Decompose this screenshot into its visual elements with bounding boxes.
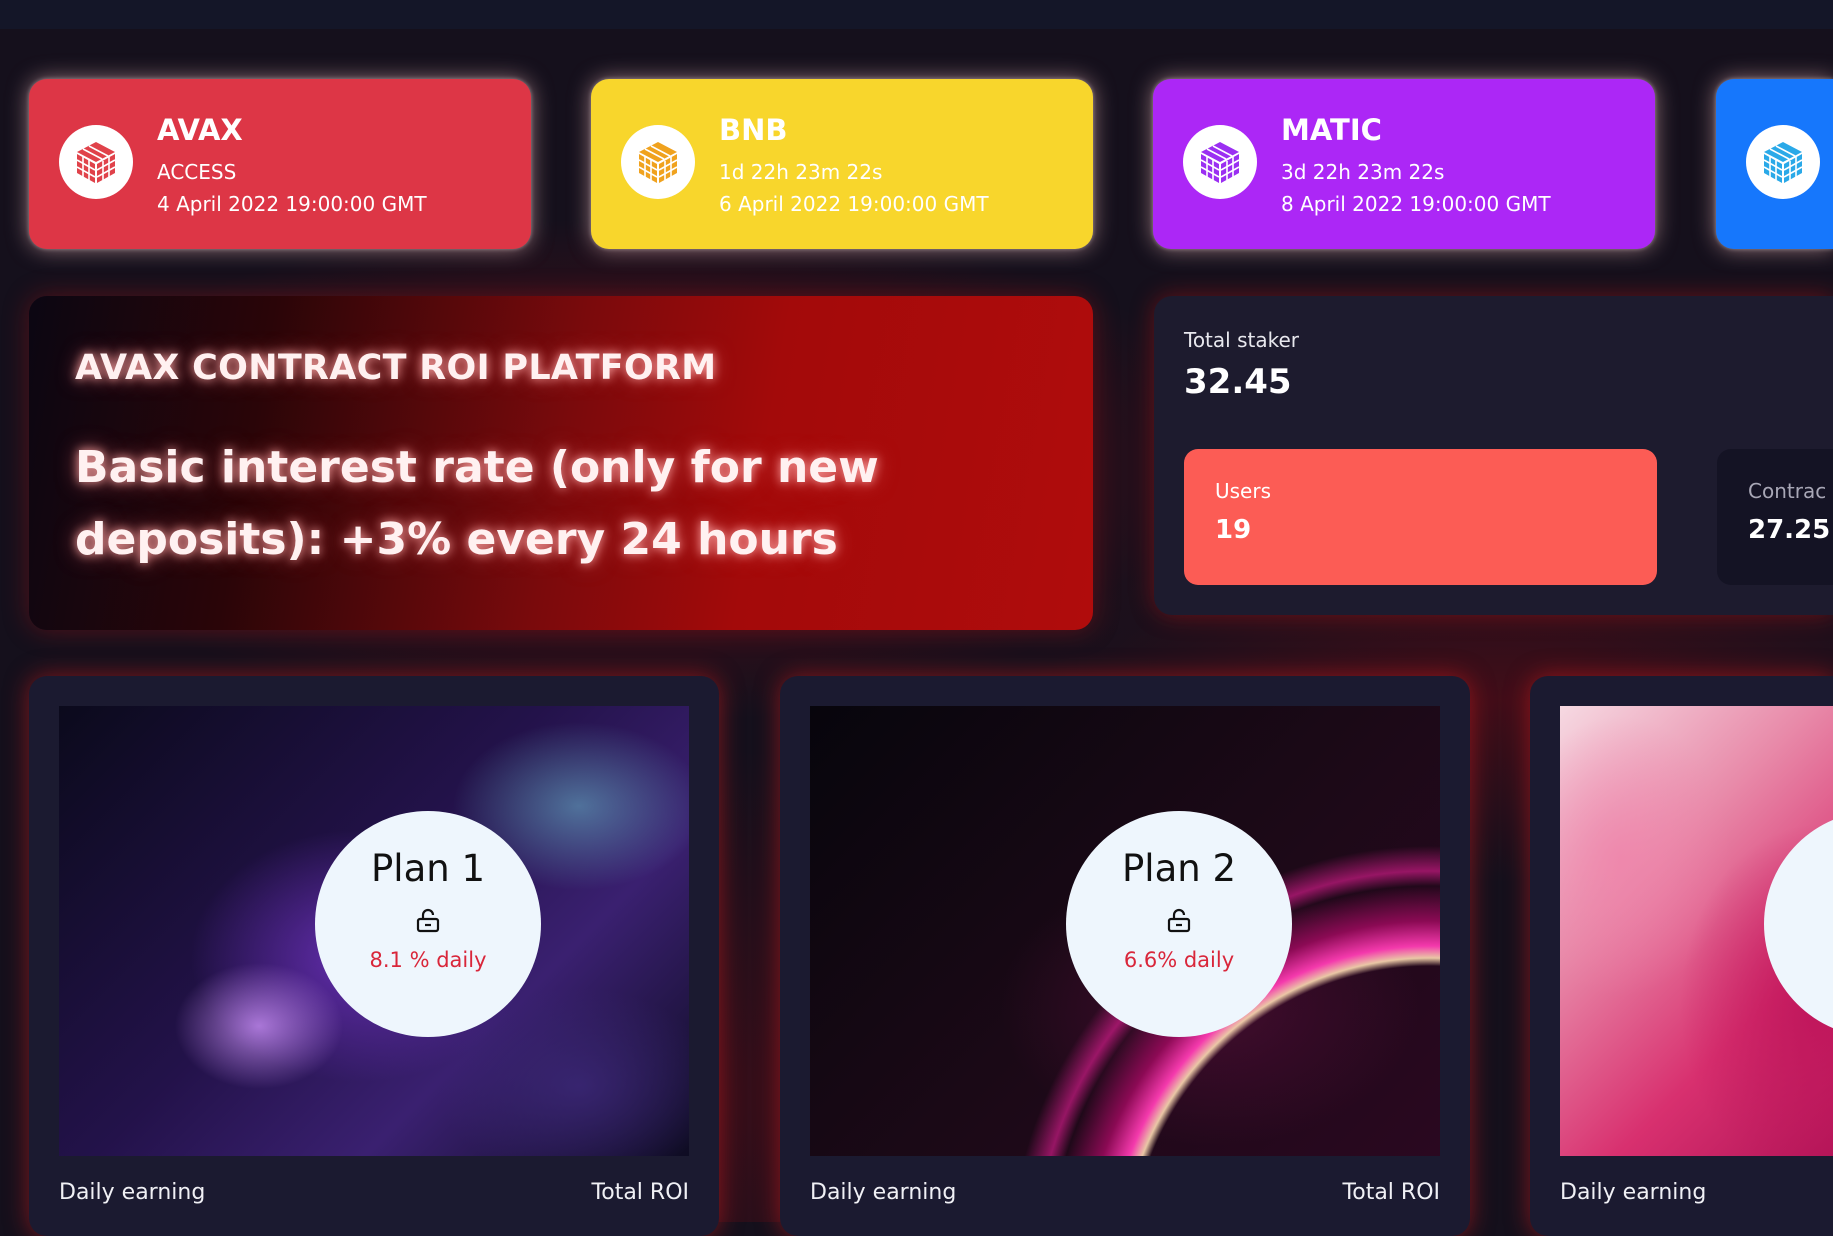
daily-earning-label: Daily earning [810,1180,957,1205]
plan-image: Plan 1 8.1 % daily [59,706,689,1156]
chain-name: MATIC [1281,113,1382,147]
contract-label: Contrac [1748,479,1827,503]
contract-value: 27.25 [1748,515,1831,545]
plan-name: P [1764,847,1833,890]
total-roi-label: Total ROI [1342,1180,1440,1205]
users-label: Users [1215,479,1272,503]
cube-logo-icon [1763,142,1803,183]
stats-panel: Total staker 32.45 Users 19 Contrac 27.2… [1154,296,1833,615]
chain-launch-date: 4 April 2022 19:00:00 GMT [157,192,427,216]
plan-rate: 5 [1764,948,1833,972]
chain-card-avax[interactable]: AVAX ACCESS 4 April 2022 19:00:00 GMT [29,79,531,249]
total-staker-label: Total staker [1184,328,1299,352]
daily-earning-label: Daily earning [1560,1180,1707,1205]
cube-logo-icon [638,142,678,183]
plan-name: Plan 2 [1121,847,1237,890]
users-value: 19 [1215,515,1252,545]
chain-logo [1183,125,1257,199]
unlock-icon [1167,908,1191,933]
daily-earning-label: Daily earning [59,1180,206,1205]
plan-name: Plan 1 [370,847,486,890]
plan-card-3[interactable]: P 5 Daily earning [1530,676,1833,1236]
chain-countdown: 3d 22h 23m 22s [1281,160,1445,184]
plan-card-2[interactable]: Plan 2 6.6% daily Daily earning Total RO… [780,676,1470,1236]
chain-card-matic[interactable]: MATIC 3d 22h 23m 22s 8 April 2022 19:00:… [1153,79,1655,249]
chain-name: BNB [719,113,788,147]
plan-image: Plan 2 6.6% daily [810,706,1440,1156]
chain-launch-date: 8 April 2022 19:00:00 GMT [1281,192,1551,216]
plan-rate: 8.1 % daily [369,948,487,972]
chain-logo [621,125,695,199]
plan-badge: P 5 [1764,811,1833,1037]
plan-image: P 5 [1560,706,1833,1156]
chain-logo [1746,125,1820,199]
users-stat-box: Users 19 [1184,449,1657,585]
cube-logo-icon [76,142,116,183]
total-roi-label: Total ROI [591,1180,689,1205]
plan-badge: Plan 1 8.1 % daily [315,811,541,1037]
chain-status: ACCESS [157,160,237,184]
chain-card-bnb[interactable]: BNB 1d 22h 23m 22s 6 April 2022 19:00:00… [591,79,1093,249]
plan-badge: Plan 2 6.6% daily [1066,811,1292,1037]
chain-name: AVAX [157,113,243,147]
cube-logo-icon [1200,142,1240,183]
contract-stat-box: Contrac 27.25 [1717,449,1833,585]
chain-card-fourth[interactable] [1716,79,1833,249]
total-staker-value: 32.45 [1184,362,1292,402]
chain-countdown: 1d 22h 23m 22s [719,160,883,184]
unlock-icon [416,908,440,933]
plan-card-1[interactable]: Plan 1 8.1 % daily Daily earning Total R… [29,676,719,1236]
chain-logo [59,125,133,199]
chain-launch-date: 6 April 2022 19:00:00 GMT [719,192,989,216]
top-bar [0,0,1833,29]
hero-banner: AVAX CONTRACT ROI PLATFORM Basic interes… [29,296,1093,630]
hero-title: AVAX CONTRACT ROI PLATFORM [75,348,717,388]
plan-rate: 6.6% daily [1123,948,1235,972]
hero-description: Basic interest rate (only for new deposi… [75,442,879,565]
